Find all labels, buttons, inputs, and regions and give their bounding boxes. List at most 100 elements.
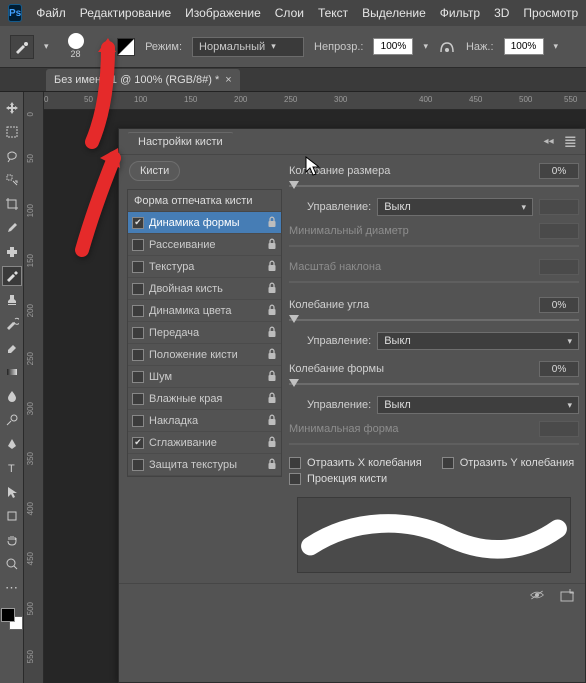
brush-option-row[interactable]: Двойная кисть — [128, 278, 281, 300]
brush-option-row[interactable]: Влажные края — [128, 388, 281, 410]
brushes-button[interactable]: Кисти — [129, 161, 180, 181]
brush-option-row[interactable]: Положение кисти — [128, 344, 281, 366]
lock-icon[interactable] — [267, 370, 277, 382]
menu-image[interactable]: Изображение — [185, 6, 261, 20]
roundness-jitter-slider[interactable] — [289, 379, 579, 389]
move-tool[interactable] — [2, 98, 22, 118]
checkbox[interactable] — [132, 415, 144, 427]
checkbox[interactable] — [132, 437, 144, 449]
color-swatches[interactable] — [1, 608, 23, 630]
list-header[interactable]: Форма отпечатка кисти — [128, 190, 281, 212]
preview-toggle-icon[interactable] — [529, 588, 545, 602]
menu-text[interactable]: Текст — [318, 6, 348, 20]
crop-tool[interactable] — [2, 194, 22, 214]
checkbox[interactable] — [132, 371, 144, 383]
lock-icon[interactable] — [267, 458, 277, 470]
brush-option-row[interactable]: Динамика цвета — [128, 300, 281, 322]
lock-icon[interactable] — [267, 260, 277, 272]
checkbox[interactable] — [132, 305, 144, 317]
blend-mode-select[interactable]: Нормальный ▾ — [192, 37, 304, 57]
menu-filter[interactable]: Фильтр — [440, 6, 480, 20]
tool-preset-button[interactable] — [10, 35, 34, 59]
flip-y-checkbox[interactable]: Отразить Y колебания — [442, 457, 574, 469]
lock-icon[interactable] — [267, 216, 277, 228]
angle-jitter-slider[interactable] — [289, 315, 579, 325]
roundness-jitter-input[interactable]: 0% — [539, 361, 579, 377]
flow-input[interactable]: 100% — [504, 38, 544, 55]
close-icon[interactable]: × — [225, 74, 231, 86]
collapse-icon[interactable]: ◂◂ — [544, 136, 554, 147]
chevron-down-icon[interactable]: ▾ — [423, 41, 428, 52]
checkbox[interactable] — [132, 349, 144, 361]
menu-3d[interactable]: 3D — [494, 6, 509, 20]
document-tab[interactable]: Без имени-1 @ 100% (RGB/8#) * × — [46, 69, 240, 91]
blur-tool[interactable] — [2, 386, 22, 406]
checkbox[interactable] — [132, 239, 144, 251]
new-preset-icon[interactable] — [559, 588, 575, 602]
menu-view[interactable]: Просмотр — [523, 6, 578, 20]
chevron-down-icon[interactable]: ▾ — [554, 41, 559, 52]
size-jitter-slider[interactable] — [289, 181, 579, 191]
brush-tool[interactable] — [2, 266, 22, 286]
angle-control-select[interactable]: Выкл▾ — [377, 332, 579, 350]
history-brush-tool[interactable] — [2, 314, 22, 334]
size-jitter-input[interactable]: 0% — [539, 163, 579, 179]
quick-select-tool[interactable] — [2, 170, 22, 190]
brush-picker[interactable]: 28 — [59, 33, 93, 60]
chevron-down-icon[interactable]: ▾ — [103, 41, 108, 52]
chevron-down-icon[interactable]: ▾ — [44, 41, 49, 52]
lock-icon[interactable] — [267, 436, 277, 448]
brush-option-row[interactable]: Шум — [128, 366, 281, 388]
brush-option-row[interactable]: Передача — [128, 322, 281, 344]
lock-icon[interactable] — [267, 414, 277, 426]
gradient-tool[interactable] — [2, 362, 22, 382]
pen-tool[interactable] — [2, 434, 22, 454]
brush-option-row[interactable]: Текстура — [128, 256, 281, 278]
lock-icon[interactable] — [267, 282, 277, 294]
lock-icon[interactable] — [267, 392, 277, 404]
brush-option-row[interactable]: Накладка — [128, 410, 281, 432]
lock-icon[interactable] — [267, 326, 277, 338]
size-control-select[interactable]: Выкл▾ — [377, 198, 533, 216]
brush-option-row[interactable]: Защита текстуры — [128, 454, 281, 476]
pressure-opacity-icon[interactable] — [438, 39, 456, 55]
checkbox[interactable] — [132, 283, 144, 295]
brush-option-row[interactable]: Сглаживание — [128, 432, 281, 454]
lock-icon[interactable] — [267, 304, 277, 316]
eraser-tool[interactable] — [2, 338, 22, 358]
hand-tool[interactable] — [2, 530, 22, 550]
shape-tool[interactable] — [2, 506, 22, 526]
menu-edit[interactable]: Редактирование — [80, 6, 171, 20]
lock-icon[interactable] — [267, 348, 277, 360]
panel-menu-icon[interactable]: ≣ — [564, 132, 577, 152]
checkbox[interactable] — [132, 217, 144, 229]
dodge-tool[interactable] — [2, 410, 22, 430]
menu-layers[interactable]: Слои — [275, 6, 304, 20]
checkbox[interactable] — [132, 393, 144, 405]
type-tool[interactable]: T — [2, 458, 22, 478]
roundness-control-select[interactable]: Выкл▾ — [377, 396, 579, 414]
foreground-color[interactable] — [1, 608, 15, 622]
lasso-tool[interactable] — [2, 146, 22, 166]
menu-select[interactable]: Выделение — [362, 6, 426, 20]
marquee-tool[interactable] — [2, 122, 22, 142]
menu-file[interactable]: Файл — [36, 6, 66, 20]
flip-x-checkbox[interactable]: Отразить X колебания — [289, 457, 422, 469]
healing-tool[interactable] — [2, 242, 22, 262]
checkbox[interactable] — [132, 261, 144, 273]
brush-panel-toggle[interactable] — [117, 38, 135, 56]
brush-option-row[interactable]: Динамика формы — [128, 212, 281, 234]
lock-icon[interactable] — [267, 238, 277, 250]
checkbox[interactable] — [132, 459, 144, 471]
tab-brush-settings[interactable]: Настройки кисти — [127, 132, 234, 151]
checkbox[interactable] — [132, 327, 144, 339]
brush-projection-checkbox[interactable]: Проекция кисти — [289, 473, 579, 485]
opacity-input[interactable]: 100% — [373, 38, 413, 55]
edit-toolbar[interactable]: ⋯ — [2, 578, 22, 598]
path-select-tool[interactable] — [2, 482, 22, 502]
zoom-tool[interactable] — [2, 554, 22, 574]
angle-jitter-input[interactable]: 0% — [539, 297, 579, 313]
brush-option-row[interactable]: Рассеивание — [128, 234, 281, 256]
stamp-tool[interactable] — [2, 290, 22, 310]
eyedropper-tool[interactable] — [2, 218, 22, 238]
